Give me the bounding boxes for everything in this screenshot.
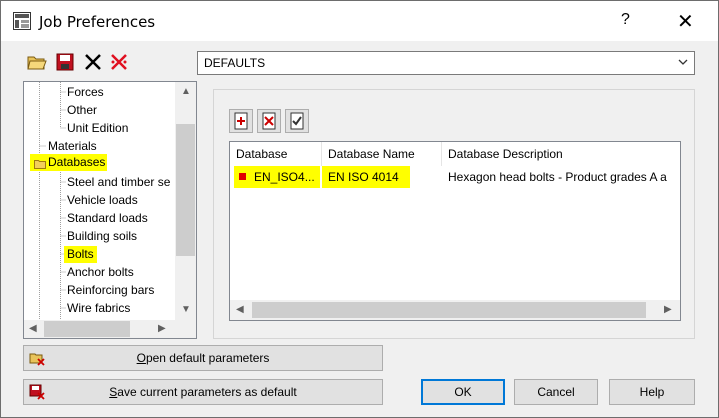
set-current-database-button[interactable] <box>285 109 309 133</box>
help-button[interactable]: Help <box>609 379 695 405</box>
row-marker-icon <box>239 173 246 180</box>
tree-item-standard-loads[interactable]: Standard loads <box>67 210 148 227</box>
folder-icon <box>34 160 46 169</box>
scroll-right-icon[interactable]: ▶ <box>158 323 166 334</box>
cell-database-description: Hexagon head bolts - Product grades A a <box>448 170 667 184</box>
tree-item-wire-fabrics[interactable]: Wire fabrics <box>67 300 130 317</box>
column-header-database[interactable]: Database <box>230 142 322 166</box>
ok-button[interactable]: OK <box>421 379 505 405</box>
remove-database-button[interactable] <box>257 109 281 133</box>
add-database-icon <box>234 112 248 130</box>
help-title-button[interactable]: ? <box>621 11 630 29</box>
tree-item-steel-and-timber[interactable]: Steel and timber se <box>67 174 170 191</box>
open-default-icon <box>29 353 45 366</box>
tree-horizontal-thumb[interactable] <box>44 321 130 337</box>
table-horizontal-thumb[interactable] <box>252 302 646 318</box>
tree-item-unit-edition[interactable]: Unit Edition <box>67 120 128 137</box>
remove-database-icon <box>262 112 276 130</box>
scroll-corner <box>175 320 196 338</box>
scroll-right-icon[interactable]: ▶ <box>664 304 672 315</box>
preferences-tree[interactable]: Forces Other Unit Edition Materials Data… <box>23 81 197 339</box>
tree-horizontal-scrollbar[interactable]: ◀ ▶ <box>24 320 175 338</box>
save-icon[interactable] <box>55 53 75 71</box>
tree-item-materials[interactable]: Materials <box>48 138 97 155</box>
job-preferences-window: Job Preferences ? ✕ DEFAULTS Forces Othe… <box>0 0 719 418</box>
table-horizontal-scrollbar[interactable]: ◀ ▶ <box>230 300 680 320</box>
chevron-down-icon[interactable] <box>678 57 688 67</box>
tree-item-vehicle-loads[interactable]: Vehicle loads <box>67 192 138 209</box>
tree-item-reinforcing-bars[interactable]: Reinforcing bars <box>67 282 154 299</box>
tree-item-forces[interactable]: Forces <box>67 84 104 101</box>
tree-item-building-soils[interactable]: Building soils <box>67 228 137 245</box>
window-title: Job Preferences <box>39 13 156 31</box>
column-header-database-description[interactable]: Database Description <box>442 142 680 166</box>
set-current-database-icon <box>290 112 304 130</box>
app-icon <box>13 12 31 30</box>
scroll-left-icon[interactable]: ◀ <box>29 323 37 334</box>
open-folder-icon[interactable] <box>27 53 47 71</box>
scroll-left-icon[interactable]: ◀ <box>236 304 244 315</box>
tree-item-anchor-bolts[interactable]: Anchor bolts <box>67 264 134 281</box>
scroll-up-icon[interactable]: ▲ <box>181 86 191 97</box>
scroll-down-icon[interactable]: ▼ <box>181 304 191 315</box>
title-bar: Job Preferences ? ✕ <box>1 1 718 41</box>
add-database-button[interactable] <box>229 109 253 133</box>
close-button[interactable]: ✕ <box>677 9 694 34</box>
tree-vertical-thumb[interactable] <box>176 124 195 256</box>
tree-item-bolts[interactable]: Bolts <box>64 246 97 263</box>
database-table[interactable]: Database Database Name Database Descript… <box>229 141 681 321</box>
tree-item-other[interactable]: Other <box>67 102 97 119</box>
preset-combobox[interactable]: DEFAULTS <box>197 51 695 75</box>
save-default-icon <box>29 384 45 400</box>
column-header-database-name[interactable]: Database Name <box>322 142 442 166</box>
cell-database-name: EN ISO 4014 <box>322 166 410 188</box>
cell-database: EN_ISO4... <box>234 166 320 188</box>
open-default-parameters-button[interactable]: Open default parameters <box>23 345 383 371</box>
delete-red-icon[interactable] <box>109 53 129 71</box>
tree-vertical-scrollbar[interactable]: ▲ ▼ <box>175 82 196 320</box>
delete-icon[interactable] <box>83 53 103 71</box>
save-current-parameters-button[interactable]: Save current parameters as default <box>23 379 383 405</box>
preset-value: DEFAULTS <box>204 56 266 70</box>
cancel-button[interactable]: Cancel <box>514 379 598 405</box>
